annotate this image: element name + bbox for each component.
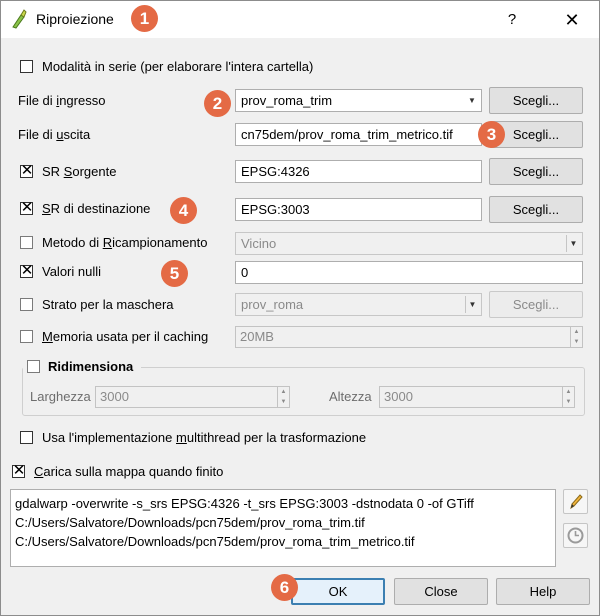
close-button[interactable]: Close — [394, 578, 488, 605]
spin-arrows-icon: ▲ ▼ — [562, 387, 574, 407]
width-spinbox[interactable]: 3000 ▲ ▼ — [95, 386, 290, 408]
cache-memory-spinbox[interactable]: 20MB ▲ ▼ — [235, 326, 583, 348]
spin-arrows-icon: ▲ ▼ — [570, 327, 582, 347]
cache-memory-label: Memoria usata per il caching — [42, 329, 209, 344]
help-button[interactable]: Help — [496, 578, 590, 605]
input-file-label: File di ingresso — [18, 93, 106, 108]
check-mark-icon: ✕ — [20, 199, 34, 216]
mask-layer-checkbox[interactable] — [20, 298, 33, 311]
input-file-value: prov_roma_trim — [241, 93, 333, 108]
chevron-down-icon: ▼ — [566, 235, 580, 252]
cache-memory-value: 20MB — [240, 329, 274, 344]
nodata-label: Valori nulli — [42, 264, 102, 279]
chevron-down-icon: ▼ — [468, 96, 476, 105]
height-spinbox[interactable]: 3000 ▲ ▼ — [379, 386, 575, 408]
command-text[interactable]: gdalwarp -overwrite -s_srs EPSG:4326 -t_… — [10, 489, 556, 567]
height-label: Altezza — [329, 389, 372, 404]
edit-command-button[interactable] — [563, 489, 588, 514]
callout-badge-6: 6 — [271, 574, 298, 601]
dest-srs-browse-button[interactable]: Scegli... — [489, 196, 583, 223]
reset-command-button[interactable] — [563, 523, 588, 548]
input-file-combo[interactable]: prov_roma_trim ▼ — [235, 89, 482, 112]
nodata-input[interactable]: 0 — [235, 261, 583, 284]
resize-label: Ridimensiona — [48, 359, 134, 374]
callout-badge-4: 4 — [170, 197, 197, 224]
spin-arrows-icon: ▲ ▼ — [277, 387, 289, 407]
resampling-combo[interactable]: Vicino ▼ — [235, 232, 583, 255]
resize-checkbox[interactable] — [27, 360, 40, 373]
app-icon — [12, 9, 27, 29]
multithread-label: Usa l'implementazione multithread per la… — [42, 430, 367, 445]
output-file-input[interactable]: cn75dem/prov_roma_trim_metrico.tif — [235, 123, 482, 146]
command-line: C:/Users/Salvatore/Downloads/pcn75dem/pr… — [15, 534, 415, 549]
check-mark-icon: ✕ — [20, 162, 34, 179]
width-value: 3000 — [100, 389, 129, 404]
mask-layer-browse-button[interactable]: Scegli... — [489, 291, 583, 318]
callout-badge-1: 1 — [131, 5, 158, 32]
dest-srs-input[interactable]: EPSG:3003 — [235, 198, 482, 221]
title-bar: Riproiezione ? ✕ — [1, 1, 599, 38]
close-title-button[interactable]: ✕ — [557, 7, 587, 33]
source-srs-input[interactable]: EPSG:4326 — [235, 160, 482, 183]
resampling-label: Metodo di Ricampionamento — [42, 235, 208, 250]
mask-layer-label: Strato per la maschera — [42, 297, 174, 312]
pencil-icon — [570, 494, 583, 510]
command-line: gdalwarp -overwrite -s_srs EPSG:4326 -t_… — [15, 496, 474, 511]
check-mark-icon: ✕ — [20, 262, 34, 279]
ok-button[interactable]: OK — [291, 578, 385, 605]
mask-layer-combo[interactable]: prov_roma ▼ — [235, 293, 482, 316]
command-line: C:/Users/Salvatore/Downloads/pcn75dem/pr… — [15, 515, 365, 530]
nodata-checkbox[interactable]: ✕ — [20, 262, 34, 279]
callout-badge-2: 2 — [204, 90, 231, 117]
height-value: 3000 — [384, 389, 413, 404]
chevron-down-icon: ▼ — [465, 296, 479, 313]
width-label: Larghezza — [30, 389, 91, 404]
reprojection-dialog: Riproiezione ? ✕ 1 Modalità in serie (pe… — [0, 0, 600, 616]
resampling-value: Vicino — [241, 236, 277, 251]
help-title-button[interactable]: ? — [499, 9, 525, 31]
callout-badge-3: 3 — [478, 121, 505, 148]
batch-mode-checkbox[interactable] — [20, 60, 33, 73]
cache-memory-checkbox[interactable] — [20, 330, 33, 343]
resampling-checkbox[interactable] — [20, 236, 33, 249]
reset-icon — [567, 527, 584, 544]
output-file-label: File di uscita — [18, 127, 91, 142]
window-title: Riproiezione — [36, 11, 114, 27]
check-mark-icon: ✕ — [12, 462, 26, 479]
mask-layer-value: prov_roma — [241, 297, 304, 312]
source-srs-label: SR Sorgente — [42, 164, 117, 179]
load-on-finish-checkbox[interactable]: ✕ — [12, 462, 26, 479]
callout-badge-5: 5 — [161, 260, 188, 287]
source-srs-checkbox[interactable]: ✕ — [20, 162, 34, 179]
dest-srs-checkbox[interactable]: ✕ — [20, 199, 34, 216]
batch-mode-label: Modalità in serie (per elaborare l'inter… — [42, 59, 314, 74]
input-file-browse-button[interactable]: Scegli... — [489, 87, 583, 114]
load-on-finish-label: Carica sulla mappa quando finito — [34, 464, 224, 479]
source-srs-browse-button[interactable]: Scegli... — [489, 158, 583, 185]
dest-srs-label: SR di destinazione — [42, 201, 151, 216]
multithread-checkbox[interactable] — [20, 431, 33, 444]
